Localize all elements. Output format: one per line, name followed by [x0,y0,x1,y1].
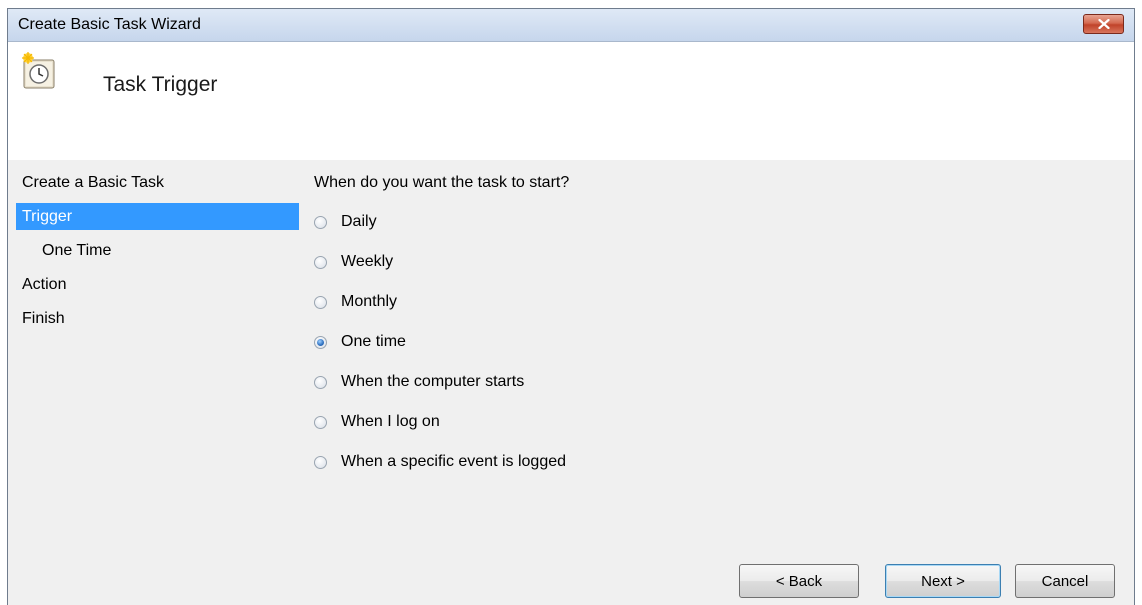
option-one-time[interactable]: One time [314,327,569,357]
option-weekly[interactable]: Weekly [314,247,569,277]
window-title: Create Basic Task Wizard [18,16,201,33]
radio-one-time[interactable] [314,335,327,349]
option-daily-label: Daily [341,213,377,230]
trigger-panel: When do you want the task to start? Dail… [314,169,569,487]
option-daily[interactable]: Daily [314,207,569,237]
step-one-time[interactable]: One Time [16,237,299,264]
back-button[interactable]: < Back [739,564,859,598]
option-one-time-label: One time [341,333,406,350]
title-bar[interactable]: Create Basic Task Wizard [8,9,1134,42]
cancel-button[interactable]: Cancel [1015,564,1115,598]
radio-weekly[interactable] [314,255,327,269]
option-monthly[interactable]: Monthly [314,287,569,317]
radio-computer-starts[interactable] [314,375,327,389]
radio-daily[interactable] [314,215,327,229]
radio-monthly[interactable] [314,295,327,309]
radio-log-on[interactable] [314,415,327,429]
option-event-logged[interactable]: When a specific event is logged [314,447,569,477]
option-weekly-label: Weekly [341,253,394,270]
step-action[interactable]: Action [16,271,299,298]
option-monthly-label: Monthly [341,293,398,310]
option-computer-starts[interactable]: When the computer starts [314,367,569,397]
wizard-header: Task Trigger [8,42,1134,160]
option-log-on-label: When I log on [341,413,440,430]
page-title: Task Trigger [103,73,218,96]
step-trigger[interactable]: Trigger [16,203,299,230]
close-button[interactable] [1083,14,1124,34]
step-create-basic-task[interactable]: Create a Basic Task [16,169,299,196]
option-event-logged-label: When a specific event is logged [341,453,567,470]
wizard-window: Create Basic Task Wizard Task Trigger Cr… [7,8,1135,605]
close-icon [1097,19,1110,29]
option-log-on[interactable]: When I log on [314,407,569,437]
step-finish[interactable]: Finish [16,305,299,332]
next-button[interactable]: Next > [885,564,1001,598]
question-label: When do you want the task to start? [314,174,570,191]
radio-event-logged[interactable] [314,455,327,469]
scheduled-task-clock-icon [22,52,55,89]
option-computer-starts-label: When the computer starts [341,373,525,390]
wizard-steps: Create a Basic Task Trigger One Time Act… [16,169,299,339]
